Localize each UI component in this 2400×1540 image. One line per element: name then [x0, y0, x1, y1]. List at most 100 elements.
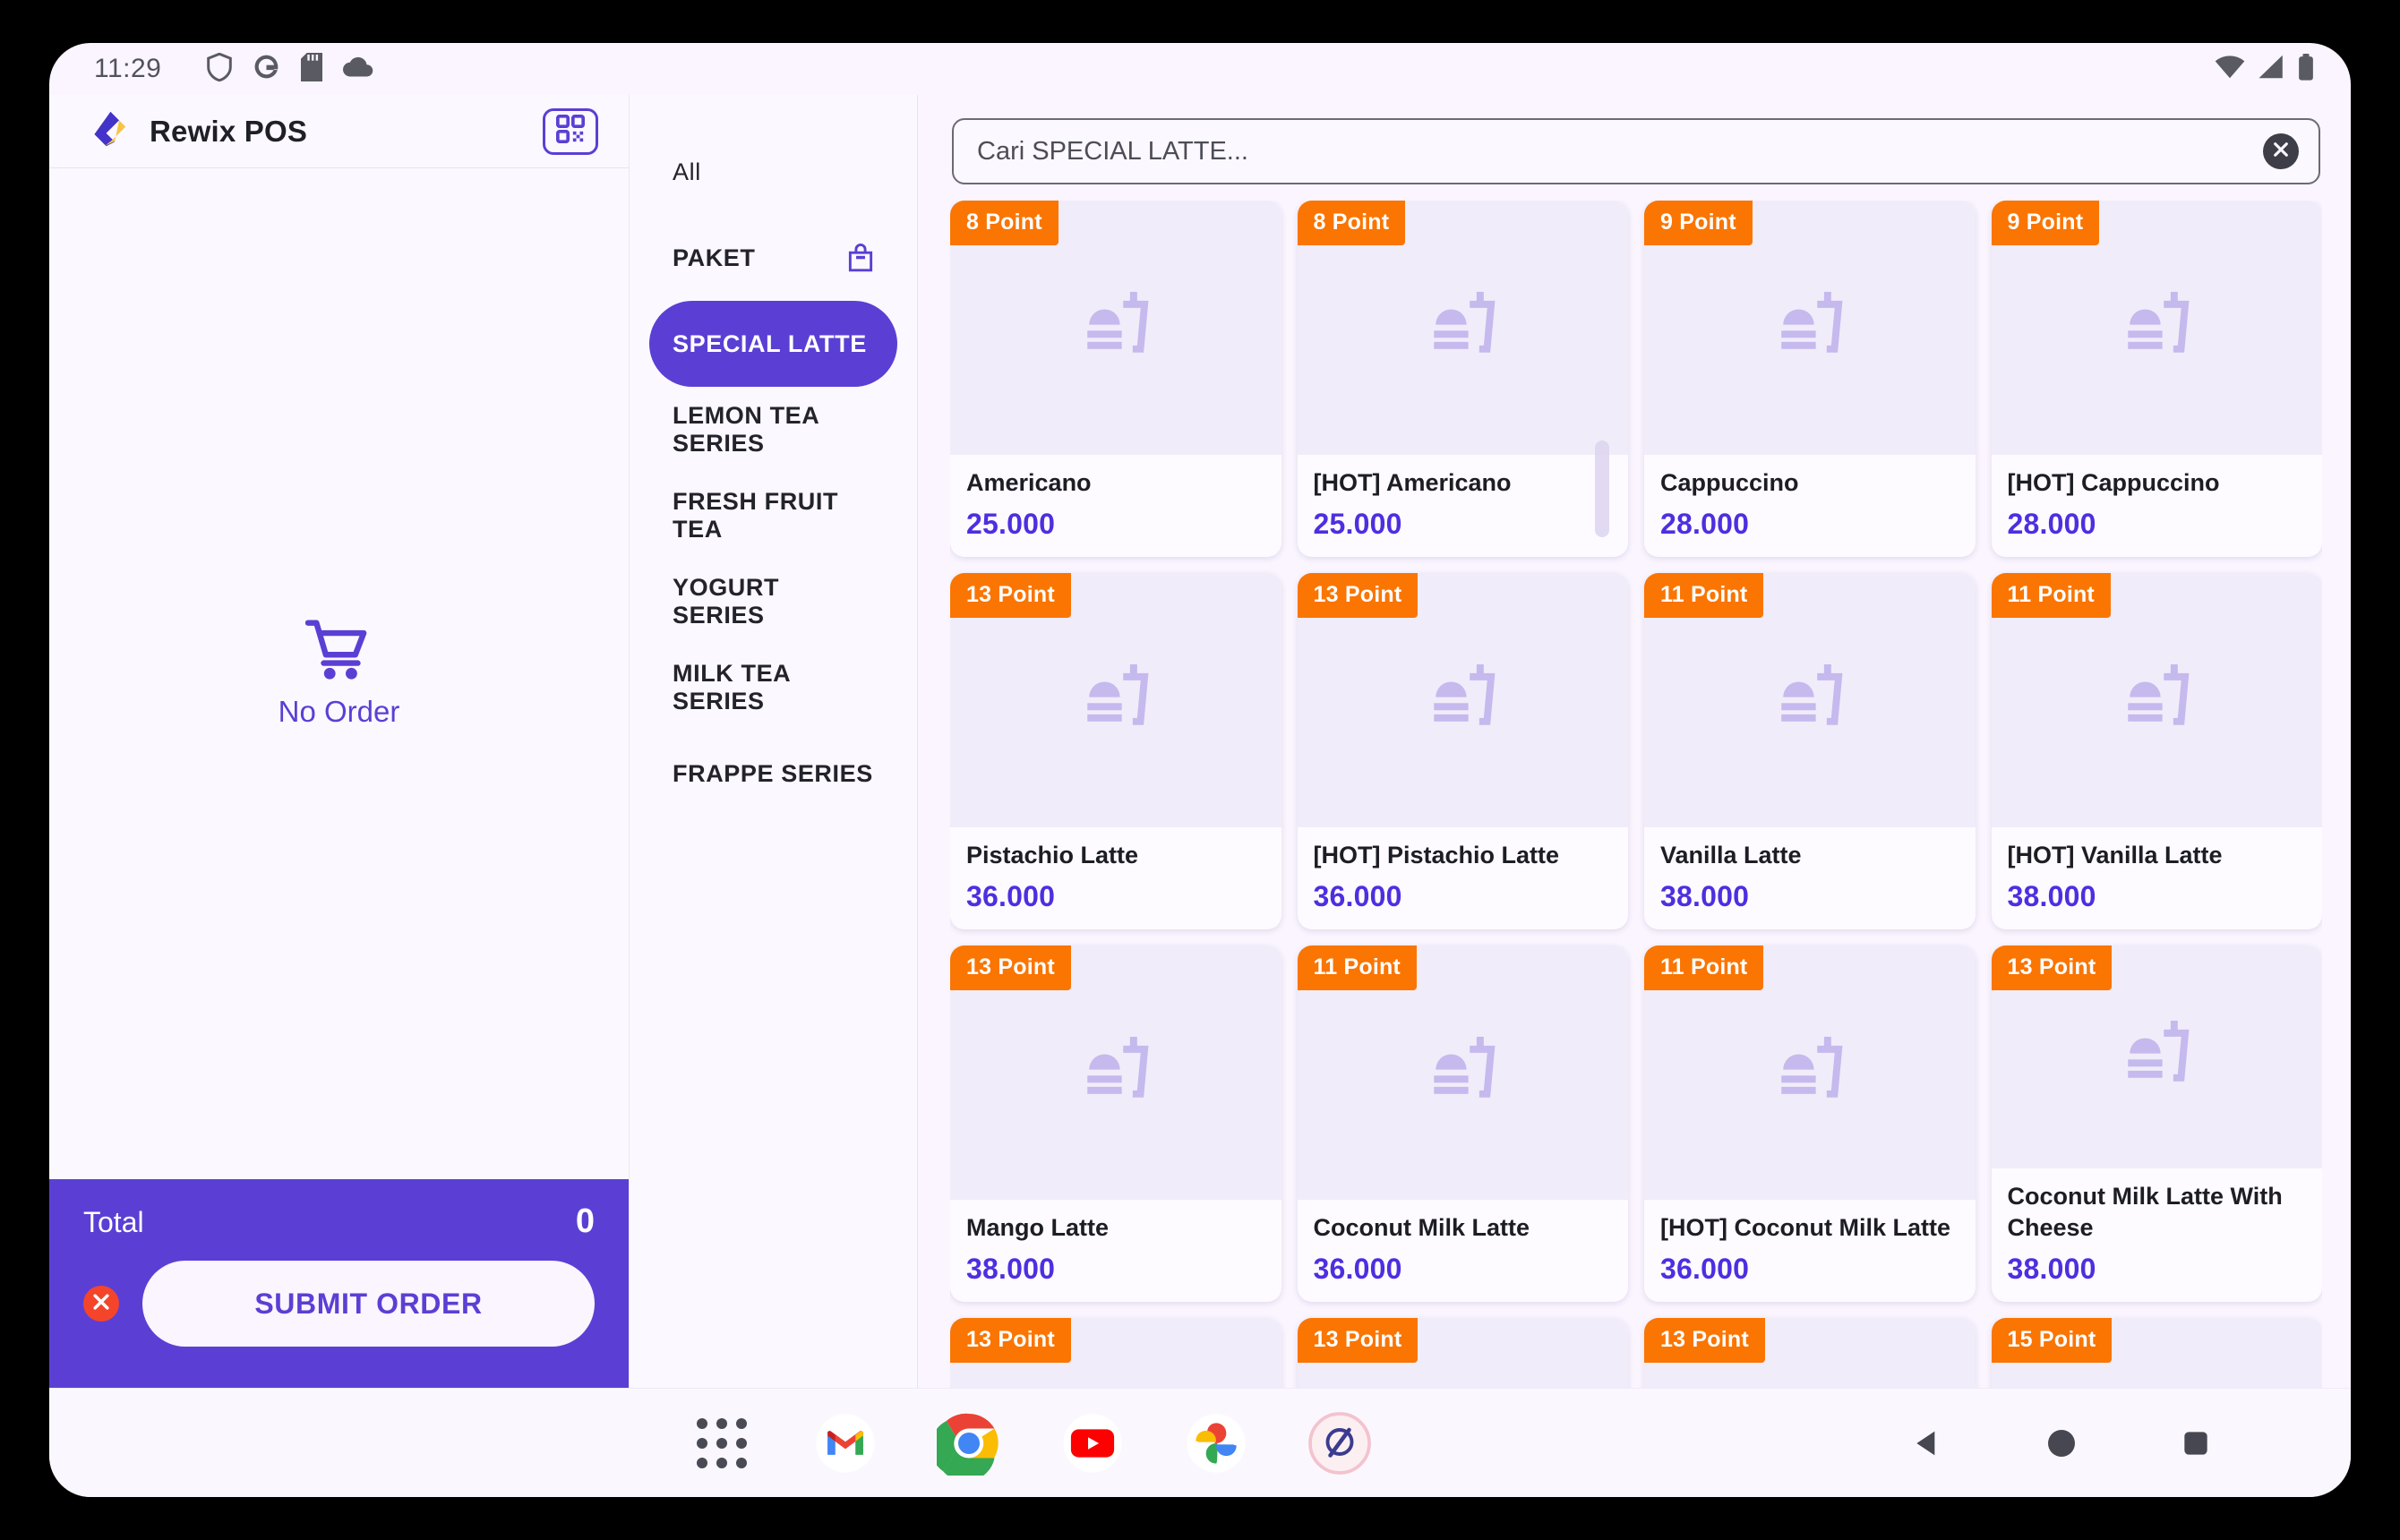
product-name: [HOT] Americano [1313, 469, 1512, 497]
product-points-badge: 15 Point [1991, 1318, 2113, 1363]
product-card[interactable]: 9 Point [HOT] Cappuccino 28.000 [1991, 201, 2322, 557]
clear-order-button[interactable] [83, 1286, 119, 1322]
product-price: 25.000 [966, 508, 1056, 540]
product-card[interactable]: 11 Point [HOT] Coconut Milk Latte 36.000 [1644, 945, 1976, 1302]
qr-scan-button[interactable] [543, 107, 598, 155]
product-image: 13 Point [950, 1318, 1281, 1388]
submit-row: SUBMIT ORDER [83, 1261, 595, 1347]
total-label: Total [83, 1206, 144, 1238]
product-card[interactable]: 11 Point [HOT] Vanilla Latte 38.000 [1991, 573, 2322, 929]
food-drink-placeholder-icon [1424, 1032, 1501, 1114]
search-input[interactable] [977, 136, 2263, 167]
product-image: 11 Point [1644, 573, 1976, 828]
product-card[interactable]: 13 Point [950, 1318, 1281, 1388]
product-name: Mango Latte [966, 1214, 1109, 1242]
category-item-special-latte[interactable]: SPECIAL LATTE [649, 301, 897, 387]
battery-icon [2297, 53, 2315, 85]
search-bar[interactable] [952, 118, 2320, 184]
category-item-frappe-series[interactable]: FRAPPE SERIES [649, 731, 897, 817]
product-price: 38.000 [966, 1253, 1056, 1285]
product-name: Coconut Milk Latte With Cheese [2007, 1182, 2283, 1242]
product-info: Vanilla Latte 38.000 [1644, 827, 1976, 929]
product-image: 13 Point [950, 573, 1281, 828]
product-card[interactable]: 9 Point Cappuccino 28.000 [1644, 201, 1976, 557]
category-item-all[interactable]: All [649, 129, 897, 215]
product-card[interactable]: 13 Point Mango Latte 38.000 [950, 945, 1281, 1302]
shield-icon [206, 52, 233, 86]
product-card[interactable]: 8 Point [HOT] Americano 25.000 [1297, 201, 1628, 557]
wifi-icon [2215, 55, 2245, 83]
product-points-badge: 11 Point [1644, 945, 1764, 990]
chrome-icon[interactable] [935, 1409, 1003, 1477]
category-item-lemon-tea-series[interactable]: LEMON TEA SERIES [649, 387, 897, 473]
home-icon[interactable] [2039, 1421, 2084, 1466]
product-image: 8 Point [1297, 201, 1628, 456]
product-grid: 8 Point Americano 25.000 8 Point [HOT] Ame… [950, 201, 2322, 1388]
product-card[interactable]: 13 Point [1644, 1318, 1976, 1388]
shopping-bag-icon [847, 244, 874, 272]
food-drink-placeholder-icon [2118, 287, 2195, 369]
cloud-icon [343, 56, 373, 82]
food-drink-placeholder-icon [2118, 1016, 2195, 1098]
product-info: Pistachio Latte 36.000 [950, 827, 1281, 929]
category-item-paket[interactable]: PAKET [649, 215, 897, 301]
app-drawer-dots [697, 1417, 747, 1468]
product-price: 38.000 [2007, 1253, 2096, 1285]
product-card[interactable]: 13 Point [1297, 1318, 1628, 1388]
rewix-logo-icon [87, 107, 130, 155]
google-g-icon [253, 53, 280, 85]
category-label: FRAPPE SERIES [673, 759, 873, 787]
food-drink-placeholder-icon [1771, 287, 1848, 369]
product-card[interactable]: 13 Point Coconut Milk Latte With Cheese 3… [1991, 945, 2323, 1302]
food-drink-placeholder-icon [1771, 660, 1848, 741]
product-image: 8 Point [950, 201, 1281, 456]
order-summary-footer: Total 0 SUBMIT ORDER [49, 1179, 629, 1388]
category-label: SPECIAL LATTE [673, 329, 867, 357]
product-card[interactable]: 11 Point Vanilla Latte 38.000 [1644, 573, 1976, 929]
google-photos-icon[interactable] [1182, 1409, 1250, 1477]
product-info: [HOT] Coconut Milk Latte 36.000 [1644, 1200, 1976, 1302]
youtube-icon[interactable] [1059, 1409, 1127, 1477]
product-image: 13 Point [1297, 573, 1628, 828]
cellular-signal-icon [2258, 55, 2284, 83]
product-card[interactable]: 11 Point Coconut Milk Latte 36.000 [1297, 945, 1628, 1302]
category-item-milk-tea-series[interactable]: MILK TEA SERIES [649, 645, 897, 731]
category-item-fresh-fruit-tea[interactable]: FRESH FRUIT TEA [649, 473, 897, 559]
product-grid-scroll[interactable]: 8 Point Americano 25.000 8 Point [HOT] Ame… [950, 201, 2322, 1388]
search-clear-button[interactable] [2263, 133, 2299, 169]
product-info: Coconut Milk Latte With Cheese 38.000 [1992, 1168, 2323, 1302]
gmail-icon[interactable] [811, 1409, 879, 1477]
product-name: Americano [966, 469, 1092, 497]
vertical-scrollbar[interactable] [1595, 441, 1609, 537]
recents-icon[interactable] [2173, 1421, 2218, 1466]
product-card[interactable]: 13 Point Pistachio Latte 36.000 [950, 573, 1281, 929]
app-drawer-icon[interactable] [688, 1409, 756, 1477]
category-item-yogurt-series[interactable]: YOGURT SERIES [649, 559, 897, 645]
close-icon [92, 1293, 110, 1315]
product-card[interactable]: 13 Point [HOT] Pistachio Latte 36.000 [1297, 573, 1629, 929]
product-card[interactable]: 15 Point [1991, 1318, 2322, 1388]
product-image: 11 Point [1991, 573, 2322, 828]
category-rail: All PAKET SPECIAL LATTE LEMON TEA SERIES [630, 95, 918, 1388]
product-name: Cappuccino [1660, 469, 1799, 497]
product-card[interactable]: 8 Point Americano 25.000 [950, 201, 1281, 557]
product-image: 15 Point [1991, 1318, 2322, 1388]
android-nav-bar [1905, 1421, 2351, 1466]
back-icon[interactable] [1905, 1421, 1950, 1466]
search-bar-wrap [950, 95, 2322, 201]
product-points-badge: 8 Point [1297, 201, 1406, 245]
product-points-badge: 9 Point [1644, 201, 1753, 245]
food-drink-placeholder-icon [1077, 1032, 1154, 1114]
product-points-badge: 11 Point [1644, 573, 1764, 618]
product-points-badge: 13 Point [950, 573, 1071, 618]
category-label: PAKET [673, 244, 756, 271]
food-drink-placeholder-icon [1771, 1032, 1848, 1114]
product-points-badge: 13 Point [1991, 945, 2113, 990]
compass-pen-icon[interactable] [1306, 1409, 1374, 1477]
product-info: [HOT] Pistachio Latte 36.000 [1298, 827, 1629, 929]
product-name: [HOT] Cappuccino [2007, 469, 2220, 497]
total-row: Total 0 [83, 1202, 595, 1241]
order-panel: Rewix POS No Order Total 0 SUBMIT ORDER [49, 95, 630, 1388]
submit-order-button[interactable]: SUBMIT ORDER [142, 1261, 595, 1347]
product-points-badge: 11 Point [1297, 945, 1417, 990]
